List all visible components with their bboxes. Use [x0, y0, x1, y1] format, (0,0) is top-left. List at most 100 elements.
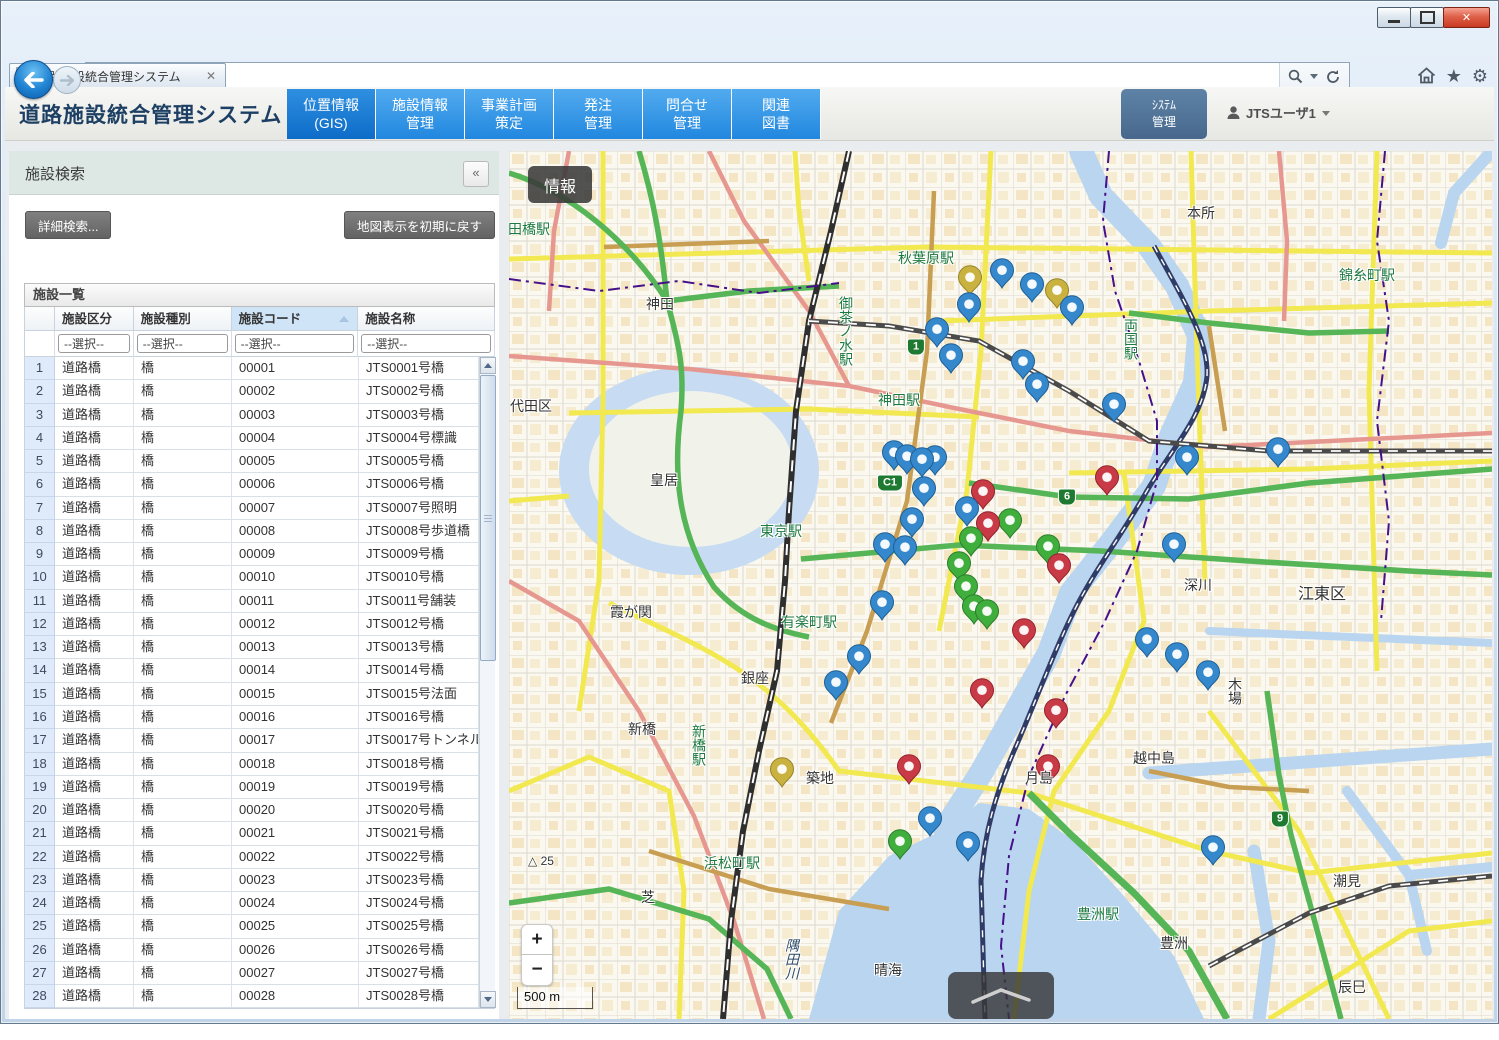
facility-table-row[interactable]: 21道路橋橋00021JTS0021号橋	[25, 822, 479, 845]
panel-collapse-button[interactable]: «	[463, 161, 489, 187]
facility-cell: JTS0015号法面	[359, 683, 479, 706]
facility-table-row[interactable]: 28道路橋橋00028JTS0028号橋	[25, 985, 479, 1008]
facility-table-row[interactable]: 19道路橋橋00019JTS0019号橋	[25, 776, 479, 799]
filter-kubun-select[interactable]	[58, 334, 130, 353]
main-nav-tab[interactable]: 位置情報(GIS)	[287, 89, 376, 139]
app-page: 道路施設統合管理システム 位置情報(GIS)施設情報管理事業計画策定発注管理問合…	[5, 87, 1494, 1019]
window-minimize-button[interactable]	[1377, 7, 1411, 28]
map-info-button[interactable]: 情報	[528, 166, 592, 203]
facility-table-row[interactable]: 12道路橋橋00012JTS0012号橋	[25, 613, 479, 636]
facility-cell: 8	[25, 520, 55, 543]
facility-cell: 道路橋	[55, 520, 134, 543]
facility-cell: 7	[25, 497, 55, 520]
window-maximize-button[interactable]	[1410, 7, 1444, 28]
main-nav-tab[interactable]: 関連図書	[732, 89, 821, 139]
main-nav-tab[interactable]: 問合せ管理	[643, 89, 732, 139]
forward-button[interactable]	[53, 66, 81, 94]
window-titlebar[interactable]: ✕	[1, 1, 1498, 29]
facility-table-row[interactable]: 9道路橋橋00009JTS0009号橋	[25, 543, 479, 566]
facility-table-row[interactable]: 22道路橋橋00022JTS0022号橋	[25, 846, 479, 869]
facility-table-header: 施設区分 施設種別 施設コード 施設名称	[24, 307, 495, 331]
facility-cell: 道路橋	[55, 869, 134, 892]
reset-map-button[interactable]: 地図表示を初期に戻す	[344, 211, 495, 239]
facility-cell: 道路橋	[55, 892, 134, 915]
filter-code-select[interactable]	[235, 334, 355, 353]
facility-table-row[interactable]: 4道路橋橋00004JTS0004号標識	[25, 427, 479, 450]
facility-table-row[interactable]: 3道路橋橋00003JTS0003号橋	[25, 404, 479, 427]
facility-cell: 10	[25, 566, 55, 589]
bottom-drawer-toggle[interactable]	[948, 972, 1054, 1019]
facility-cell: 道路橋	[55, 776, 134, 799]
facility-table-row[interactable]: 18道路橋橋00018JTS0018号橋	[25, 753, 479, 776]
facility-table-row[interactable]: 11道路橋橋00011JTS0011号舗装	[25, 590, 479, 613]
facility-cell: 00010	[232, 566, 359, 589]
panel-title: 施設検索	[25, 163, 85, 184]
zoom-out-button[interactable]: −	[521, 955, 553, 986]
window-close-button[interactable]: ✕	[1443, 7, 1490, 28]
route-shield: 9	[1271, 811, 1289, 828]
facility-table-row[interactable]: 17道路橋橋00017JTS0017号トンネル	[25, 729, 479, 752]
facility-table-row[interactable]: 14道路橋橋00014JTS0014号橋	[25, 659, 479, 682]
detail-search-button[interactable]: 詳細検索...	[25, 211, 111, 239]
facility-cell: 27	[25, 962, 55, 985]
facility-table-row[interactable]: 24道路橋橋00024JTS0024号橋	[25, 892, 479, 915]
facility-table-row[interactable]: 20道路橋橋00020JTS0020号橋	[25, 799, 479, 822]
facility-cell: 00016	[232, 706, 359, 729]
facility-cell: 道路橋	[55, 636, 134, 659]
facility-cell: 23	[25, 869, 55, 892]
gis-map[interactable]: 田橋駅秋葉原駅御茶ノ水駅神田神田駅両国駅本所錦糸町駅代田区皇居東京駅霞が関有楽町…	[509, 151, 1492, 1019]
facility-table-row[interactable]: 23道路橋橋00023JTS0023号橋	[25, 869, 479, 892]
facility-table-row[interactable]: 2道路橋橋00002JTS0002号橋	[25, 380, 479, 403]
user-menu[interactable]: JTSユーザ1	[1227, 103, 1330, 122]
facility-table-row[interactable]: 7道路橋橋00007JTS0007号照明	[25, 497, 479, 520]
facility-table-row[interactable]: 13道路橋橋00013JTS0013号橋	[25, 636, 479, 659]
facility-cell: 00001	[232, 357, 359, 380]
facility-cell: 道路橋	[55, 450, 134, 473]
facility-cell: 道路橋	[55, 590, 134, 613]
tab-close-icon[interactable]: ✕	[203, 69, 219, 83]
scroll-thumb[interactable]	[480, 375, 496, 661]
facility-cell: 橋	[134, 659, 232, 682]
scroll-down-arrow[interactable]	[480, 991, 496, 1008]
facility-cell: 橋	[134, 427, 232, 450]
facility-cell: 16	[25, 706, 55, 729]
facility-cell: 橋	[134, 846, 232, 869]
facility-cell: JTS0013号橋	[359, 636, 479, 659]
facility-cell: JTS0005号橋	[359, 450, 479, 473]
facility-cell: JTS0011号舗装	[359, 590, 479, 613]
main-nav-tab[interactable]: 発注管理	[554, 89, 643, 139]
facility-cell: 道路橋	[55, 380, 134, 403]
filter-name-select[interactable]	[361, 334, 491, 353]
facility-table-row[interactable]: 8道路橋橋00008JTS0008号歩道橋	[25, 520, 479, 543]
facility-table-row[interactable]: 10道路橋橋00010JTS0010号橋	[25, 566, 479, 589]
zoom-in-button[interactable]: +	[521, 924, 553, 955]
facility-cell: JTS0012号橋	[359, 613, 479, 636]
facility-table-row[interactable]: 15道路橋橋00015JTS0015号法面	[25, 683, 479, 706]
facility-table-row[interactable]: 5道路橋橋00005JTS0005号橋	[25, 450, 479, 473]
facility-table-row[interactable]: 6道路橋橋00006JTS0006号橋	[25, 473, 479, 496]
filter-shubetsu-select[interactable]	[137, 334, 228, 353]
facility-cell: 00015	[232, 683, 359, 706]
facility-cell: 橋	[134, 590, 232, 613]
facility-table-row[interactable]: 26道路橋橋00026JTS0026号橋	[25, 939, 479, 962]
column-header-shubetsu[interactable]: 施設種別	[134, 307, 232, 331]
facility-table-row[interactable]: 16道路橋橋00016JTS0016号橋	[25, 706, 479, 729]
table-scrollbar[interactable]	[479, 357, 495, 1008]
facility-cell: 道路橋	[55, 962, 134, 985]
column-header-name[interactable]: 施設名称	[358, 307, 495, 331]
system-admin-button[interactable]: ｼｽﾃﾑ 管理	[1121, 89, 1207, 139]
facility-table-row[interactable]: 1道路橋橋00001JTS0001号橋	[25, 357, 479, 380]
column-header-kubun[interactable]: 施設区分	[55, 307, 134, 331]
app-header: 道路施設統合管理システム 位置情報(GIS)施設情報管理事業計画策定発注管理問合…	[5, 87, 1494, 141]
main-nav-tab[interactable]: 施設情報管理	[376, 89, 465, 139]
back-button[interactable]	[14, 60, 53, 99]
facility-cell: 12	[25, 613, 55, 636]
facility-table-row[interactable]: 27道路橋橋00027JTS0027号橋	[25, 962, 479, 985]
facility-cell: JTS0007号照明	[359, 497, 479, 520]
facility-cell: 橋	[134, 869, 232, 892]
main-nav-tab[interactable]: 事業計画策定	[465, 89, 554, 139]
column-header-code[interactable]: 施設コード	[232, 307, 359, 331]
facility-cell: 道路橋	[55, 729, 134, 752]
facility-table-row[interactable]: 25道路橋橋00025JTS0025号橋	[25, 915, 479, 938]
scroll-up-arrow[interactable]	[480, 357, 496, 374]
